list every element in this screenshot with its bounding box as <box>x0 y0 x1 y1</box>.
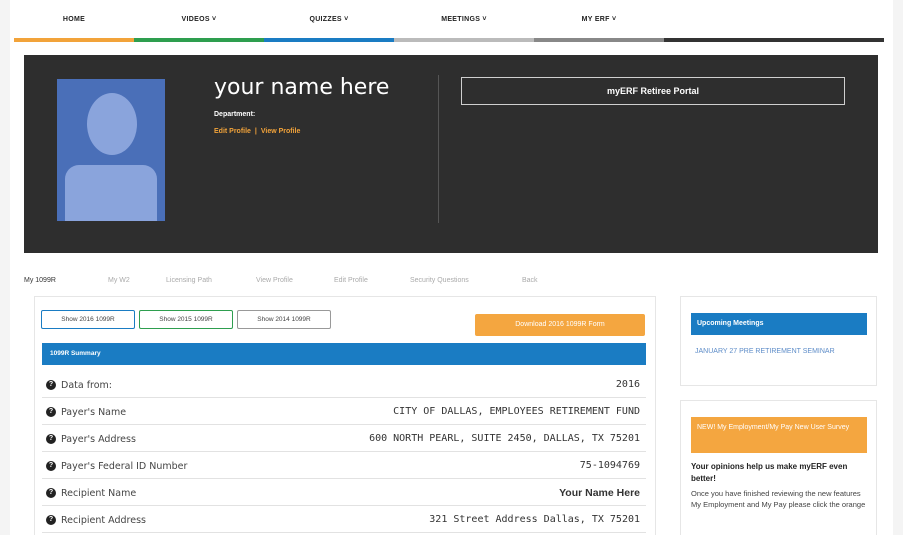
department-label: Department: <box>214 111 256 118</box>
tab-back[interactable]: Back <box>522 277 538 284</box>
info-icon: ? <box>46 407 56 417</box>
nav-underline <box>534 38 664 42</box>
summary-row: ? Data from: 2016 <box>42 373 646 398</box>
link-separator: | <box>254 128 257 135</box>
download-1099r-button[interactable]: Download 2016 1099R Form <box>475 314 645 336</box>
row-label: Data from: <box>61 380 113 391</box>
tab-licensing-path[interactable]: Licensing Path <box>166 277 212 284</box>
nav-label: VIDEOS ˅ <box>181 16 217 23</box>
nav-underline <box>134 38 264 42</box>
portal-title: myERF Retiree Portal <box>461 77 845 105</box>
summary-row: ? Recipient Name Your Name Here <box>42 481 646 506</box>
tab-my-1099r[interactable]: My 1099R <box>24 277 56 284</box>
row-label: Payer's Address <box>61 434 136 445</box>
summary-header: 1099R Summary <box>42 343 646 365</box>
divider <box>438 75 439 223</box>
survey-body: Once you have finished reviewing the new… <box>691 489 866 509</box>
profile-links: Edit Profile | View Profile <box>214 128 300 135</box>
survey-box: NEW! My Employment/My Pay New User Surve… <box>680 400 877 535</box>
row-label: Recipient Name <box>61 488 137 499</box>
avatar-body-shape <box>65 165 157 221</box>
avatar <box>57 79 165 221</box>
row-value: CITY OF DALLAS, EMPLOYEES RETIREMENT FUN… <box>393 406 640 417</box>
profile-name: your name here <box>214 75 390 100</box>
nav-label: QUIZZES ˅ <box>309 16 349 23</box>
survey-heading: Your opinions help us make myERF even be… <box>691 462 848 483</box>
info-icon: ? <box>46 380 56 390</box>
row-label: Payer's Name <box>61 407 127 418</box>
summary-row: ? Payer's Name CITY OF DALLAS, EMPLOYEES… <box>42 400 646 425</box>
tab-my-w2[interactable]: My W2 <box>108 277 130 284</box>
tab-security-questions[interactable]: Security Questions <box>410 277 469 284</box>
row-value: Your Name Here <box>559 487 640 499</box>
info-icon: ? <box>46 434 56 444</box>
row-value: 600 NORTH PEARL, SUITE 2450, DALLAS, TX … <box>369 433 640 444</box>
nav-item-home[interactable]: HOME <box>14 8 134 42</box>
info-icon: ? <box>46 515 56 525</box>
info-icon: ? <box>46 488 56 498</box>
row-value: 321 Street Address Dallas, TX 75201 <box>429 514 640 525</box>
survey-header[interactable]: NEW! My Employment/My Pay New User Surve… <box>691 417 867 453</box>
show-2014-button[interactable]: Show 2014 1099R <box>237 310 331 329</box>
nav-label: HOME <box>62 16 86 23</box>
form-1099r-panel: Show 2016 1099R Show 2015 1099R Show 201… <box>34 296 656 535</box>
info-icon: ? <box>46 461 56 471</box>
tab-view-profile[interactable]: View Profile <box>256 277 293 284</box>
edit-profile-link[interactable]: Edit Profile <box>214 128 251 135</box>
nav-underline <box>14 38 134 42</box>
nav-label: MEETINGS ˅ <box>441 16 487 23</box>
row-label: Payer's Federal ID Number <box>61 461 188 472</box>
meeting-link[interactable]: JANUARY 27 PRE RETIREMENT SEMINAR <box>695 347 865 357</box>
nav-item-quizzes[interactable]: QUIZZES ˅ <box>264 8 394 42</box>
upcoming-meetings-box: Upcoming Meetings JANUARY 27 PRE RETIREM… <box>680 296 877 386</box>
row-value: 2016 <box>615 379 640 390</box>
nav-underline <box>394 38 534 42</box>
nav-underline <box>264 38 394 42</box>
summary-row: ? Payer's Address 600 NORTH PEARL, SUITE… <box>42 427 646 452</box>
row-value: 75-1094769 <box>579 460 640 471</box>
nav-item-videos[interactable]: VIDEOS ˅ <box>134 8 264 42</box>
nav-filler <box>664 8 884 42</box>
summary-row: ? Payer's Federal ID Number 75-1094769 <box>42 454 646 479</box>
view-profile-link[interactable]: View Profile <box>261 128 301 135</box>
summary-row: ? Recipient Address 321 Street Address D… <box>42 508 646 533</box>
nav-label: MY ERF ˅ <box>581 16 617 23</box>
row-label: Recipient Address <box>61 515 146 526</box>
top-nav: HOME VIDEOS ˅ QUIZZES ˅ MEETINGS ˅ MY ER… <box>14 8 884 42</box>
nav-item-meetings[interactable]: MEETINGS ˅ <box>394 8 534 42</box>
show-2015-button[interactable]: Show 2015 1099R <box>139 310 233 329</box>
meetings-header: Upcoming Meetings <box>691 313 867 335</box>
nav-underline <box>664 38 884 42</box>
nav-item-my-erf[interactable]: MY ERF ˅ <box>534 8 664 42</box>
show-2016-button[interactable]: Show 2016 1099R <box>41 310 135 329</box>
tab-edit-profile[interactable]: Edit Profile <box>334 277 368 284</box>
profile-tabs: My 1099R My W2 Licensing Path View Profi… <box>24 272 664 292</box>
avatar-head-shape <box>87 93 137 155</box>
profile-header: your name here Department: Edit Profile … <box>24 55 878 253</box>
